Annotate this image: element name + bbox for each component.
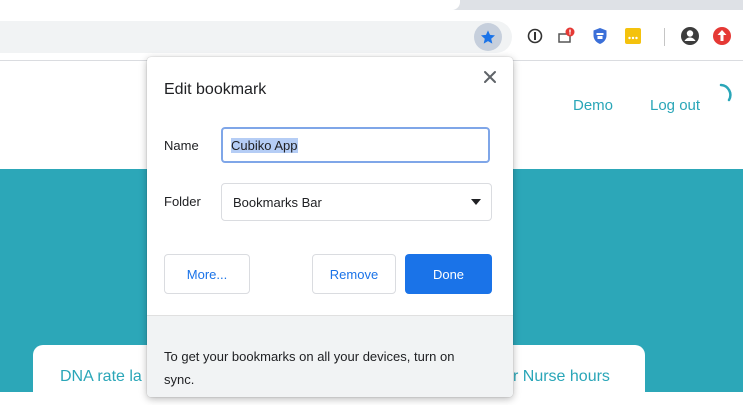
name-field-value: Cubiko App	[231, 137, 298, 153]
nurse-hours-card-label: r Nurse hours	[513, 368, 610, 385]
extension-shield-icon	[593, 28, 607, 44]
more-button[interactable]: More...	[164, 254, 250, 294]
sync-promo-footer: To get your bookmarks on all your device…	[147, 315, 513, 397]
edit-bookmark-dialog: Edit bookmark Name Cubiko App Folder Boo…	[147, 57, 513, 397]
chevron-down-icon	[471, 199, 481, 205]
remove-button-label: Remove	[329, 266, 379, 282]
extension-1-icon	[527, 28, 543, 44]
toolbar-separator	[664, 28, 665, 46]
done-button-label: Done	[432, 266, 465, 282]
done-button[interactable]: Done	[405, 254, 492, 294]
name-label: Name	[164, 138, 199, 153]
name-field[interactable]: Cubiko App	[221, 127, 490, 163]
tab-strip	[0, 0, 743, 10]
dna-rate-card-label: DNA rate la	[60, 368, 142, 385]
dialog-title: Edit bookmark	[164, 81, 267, 98]
remove-button[interactable]: Remove	[312, 254, 396, 294]
profile-icon	[681, 27, 699, 45]
extension-shield-button[interactable]	[589, 25, 611, 47]
nav-logout-link[interactable]: Log out	[650, 97, 700, 114]
extension-yellow-button[interactable]	[622, 25, 644, 47]
update-icon	[713, 27, 731, 45]
sync-promo-text: To get your bookmarks on all your device…	[164, 349, 455, 387]
folder-dropdown[interactable]: Bookmarks Bar	[221, 183, 492, 221]
more-button-label: More...	[186, 266, 228, 282]
star-icon	[481, 30, 495, 44]
folder-dropdown-value: Bookmarks Bar	[233, 195, 322, 210]
extension-yellow-icon	[625, 28, 641, 44]
extension-alert-icon	[558, 27, 575, 43]
close-icon	[484, 71, 496, 83]
folder-label: Folder	[164, 194, 201, 209]
loading-spinner-icon	[719, 83, 732, 102]
extension-alert-button[interactable]	[556, 25, 578, 47]
toolbar	[0, 10, 743, 61]
nav-demo-link[interactable]: Demo	[573, 97, 613, 114]
profile-button[interactable]	[679, 25, 701, 47]
active-tab-edge	[0, 0, 460, 10]
address-bar[interactable]	[0, 21, 512, 53]
bookmark-star-button[interactable]	[474, 23, 502, 51]
close-button[interactable]	[480, 67, 500, 87]
extension-1-button[interactable]	[524, 25, 546, 47]
update-button[interactable]	[711, 25, 733, 47]
nurse-hours-card[interactable]: r Nurse hours	[490, 345, 645, 405]
